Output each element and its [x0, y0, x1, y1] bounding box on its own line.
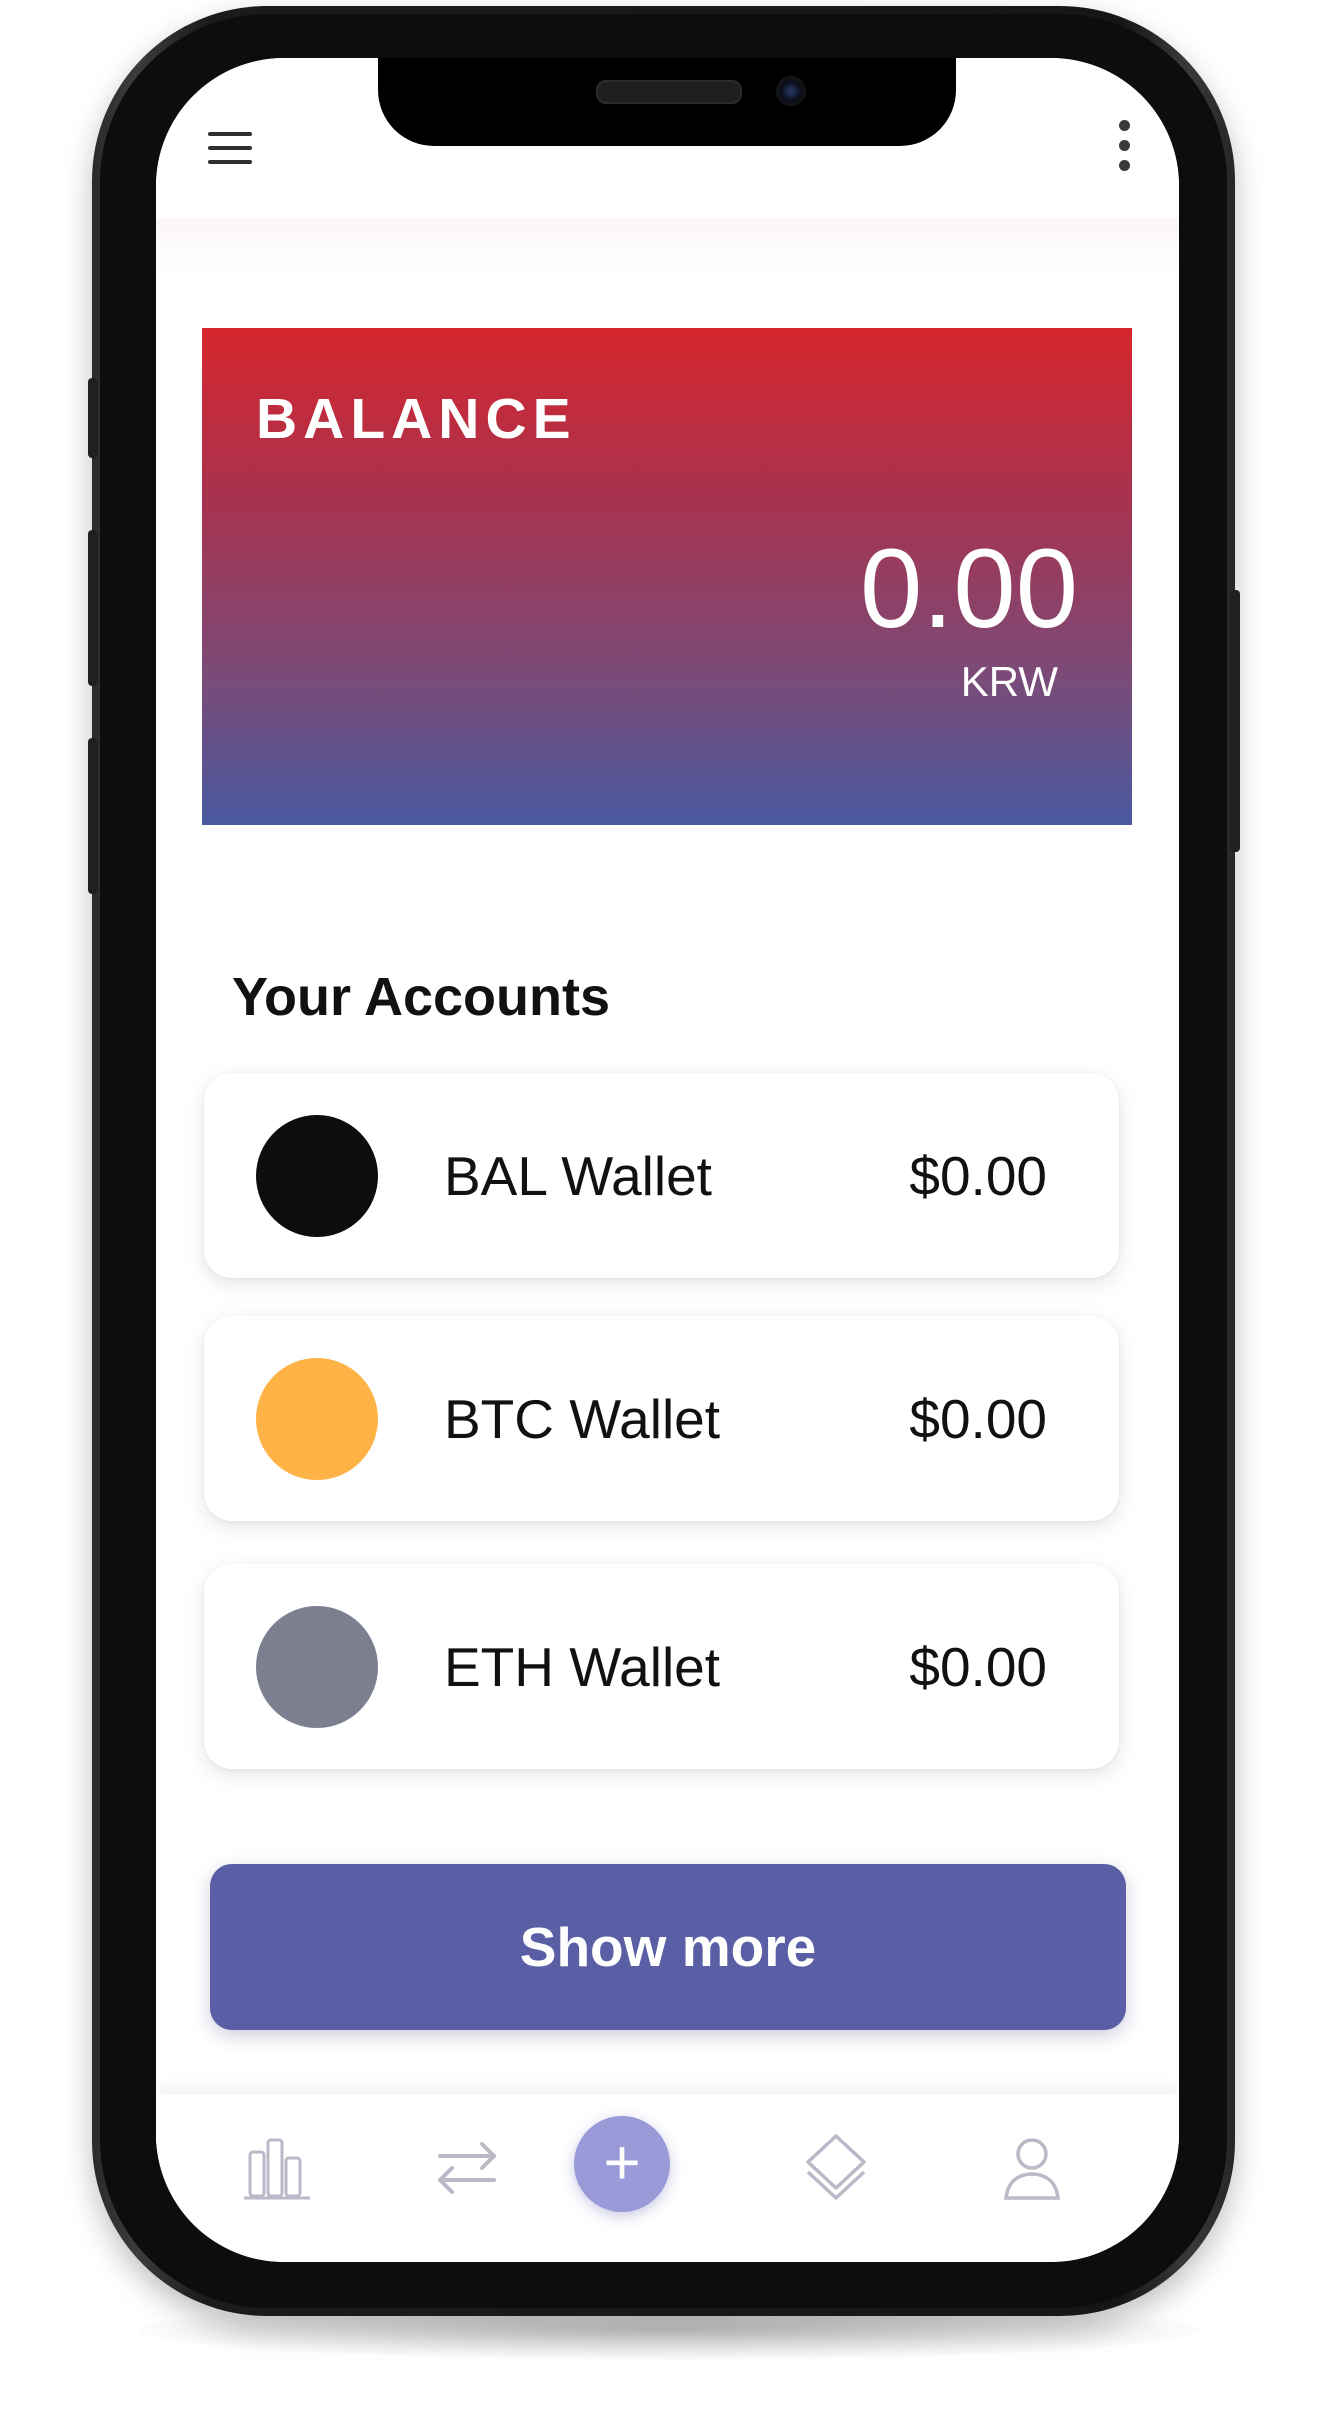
accounts-section-title: Your Accounts [232, 967, 611, 1027]
balance-amount: 0.00 [860, 526, 1078, 651]
power-button [1230, 590, 1240, 852]
wallet-card-eth[interactable]: ETH Wallet $0.00 [204, 1564, 1119, 1769]
balance-label: BALANCE [256, 387, 577, 451]
bar-chart-icon[interactable] [240, 2128, 320, 2208]
wallet-name: ETH Wallet [444, 1635, 721, 1698]
vertical-dots-icon[interactable] [1112, 120, 1136, 184]
hamburger-menu-icon[interactable] [208, 132, 252, 176]
layers-diamond-icon[interactable] [796, 2128, 876, 2208]
volume-down-button [88, 738, 98, 894]
app-screen: BALANCE 0.00 KRW Your Accounts BAL Walle… [156, 58, 1179, 2262]
volume-up-button [88, 530, 98, 686]
wallet-name: BTC Wallet [444, 1387, 721, 1450]
user-profile-icon[interactable] [992, 2128, 1072, 2208]
wallet-amount: $0.00 [909, 1387, 1047, 1450]
front-camera [776, 76, 806, 106]
wallet-name: BAL Wallet [444, 1144, 712, 1207]
wallet-color-dot [256, 1114, 378, 1237]
wallet-card-btc[interactable]: BTC Wallet $0.00 [204, 1316, 1119, 1521]
wallet-color-dot [256, 1605, 378, 1728]
earpiece-speaker [596, 80, 742, 104]
plus-icon[interactable]: + [574, 2116, 670, 2212]
bottom-navigation: + [156, 2094, 1179, 2262]
wallet-card-bal[interactable]: BAL Wallet $0.00 [204, 1073, 1119, 1278]
wallet-amount: $0.00 [909, 1144, 1047, 1207]
balance-card: BALANCE 0.00 KRW [202, 328, 1132, 825]
show-more-button[interactable]: Show more [210, 1864, 1126, 2030]
transfer-arrows-icon[interactable] [428, 2128, 508, 2208]
device-notch [378, 58, 956, 146]
balance-currency: KRW [960, 658, 1058, 705]
mute-switch [88, 378, 98, 458]
wallet-amount: $0.00 [909, 1635, 1047, 1698]
wallet-color-dot [256, 1357, 378, 1480]
